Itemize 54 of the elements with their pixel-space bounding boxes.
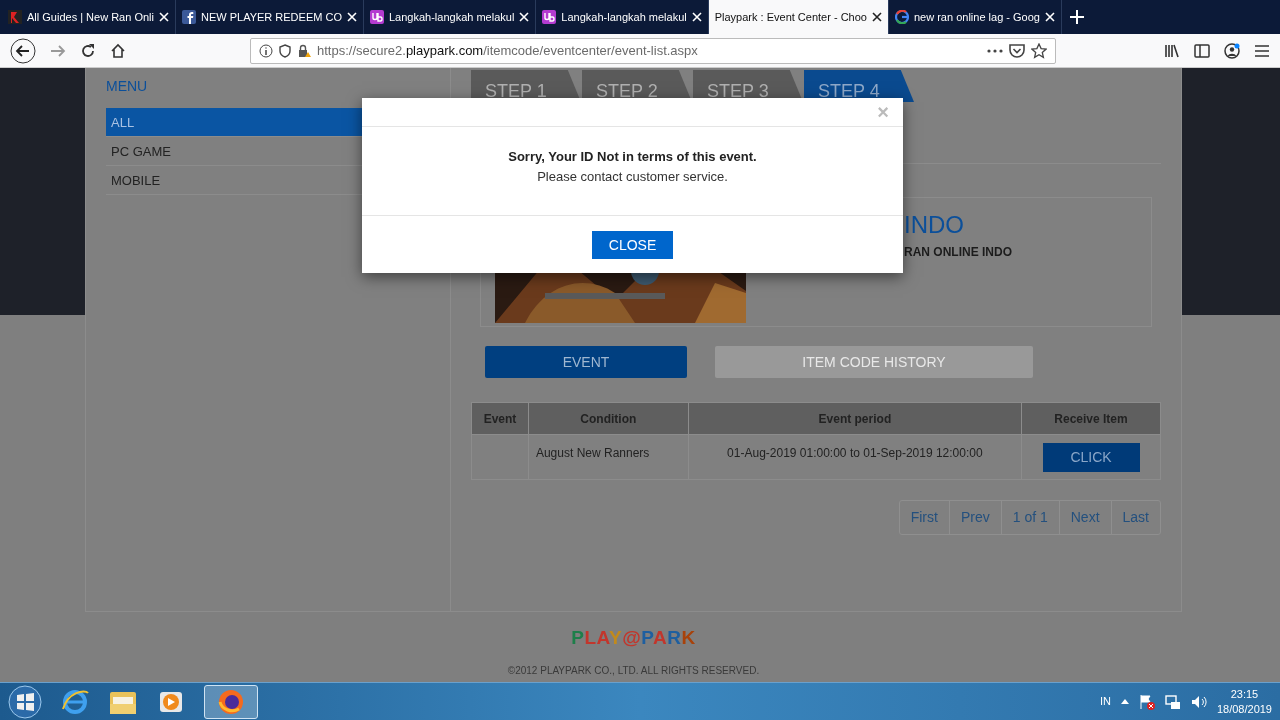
page-icon xyxy=(369,10,384,24)
copyright-text: ©2012 PLAYPARK CO., LTD. ALL RIGHTS RESERVED. xyxy=(507,663,760,678)
table-cell: August New Ranners xyxy=(535,446,650,460)
column-header: Receive Item xyxy=(1021,402,1161,435)
url-text: https://secure2.playpark.com/itemcode/eventcenter/event-list.aspx xyxy=(317,41,698,60)
star-icon[interactable] xyxy=(1031,42,1047,59)
tab-title: Langkah-langkah melakul xyxy=(561,9,687,25)
tab-title: new ran online lag - Goog xyxy=(913,9,1040,25)
shield-icon xyxy=(279,43,291,58)
click-button[interactable]: CLICK xyxy=(1042,443,1140,472)
browser-tab[interactable]: Playpark : Event Center - Choo xyxy=(708,0,889,34)
start-icon[interactable] xyxy=(8,684,42,719)
sidebar-icon[interactable] xyxy=(1194,42,1210,59)
tab-title: All Guides | New Ran Onli xyxy=(27,9,154,25)
address-bar[interactable]: https://secure2.playpark.com/itemcode/eventcenter/event-list.aspx xyxy=(250,37,1056,64)
column-header: Condition xyxy=(528,402,689,435)
lock-icon xyxy=(297,43,311,58)
info-icon xyxy=(259,43,273,58)
event-subtitle: RAN ONLINE INDO xyxy=(904,244,1012,261)
flag-icon[interactable] xyxy=(1138,693,1155,710)
reload-icon[interactable] xyxy=(80,42,96,59)
game-icon xyxy=(8,10,22,24)
dialog-message: Sorry, Your ID Not in terms of this event. xyxy=(508,148,757,166)
account-icon[interactable] xyxy=(1224,42,1240,59)
table-cell: 01-Aug-2019 01:00:00 to 01-Sep-2019 12:00:00 xyxy=(727,446,983,460)
home-icon[interactable] xyxy=(110,42,126,59)
tab[interactable]: EVENT xyxy=(485,346,687,378)
menu-icon[interactable] xyxy=(1254,43,1270,58)
event-title: INDO xyxy=(904,213,965,237)
facebook-icon xyxy=(181,10,196,24)
column-header: Event period xyxy=(688,402,1022,435)
pocket-icon[interactable] xyxy=(1009,43,1025,58)
google-icon xyxy=(894,10,909,24)
library-icon[interactable] xyxy=(1164,42,1180,59)
dialog-detail: Please contact customer service. xyxy=(537,167,728,186)
column-header: Event xyxy=(471,402,529,435)
up-arrow-icon[interactable] xyxy=(1120,699,1129,704)
tab-title: Langkah-langkah melakul xyxy=(388,9,515,25)
more-icon[interactable] xyxy=(987,48,1003,53)
firefox-icon xyxy=(218,688,244,715)
tab-title: NEW PLAYER REDEEM CO xyxy=(200,9,342,25)
page-icon xyxy=(542,10,557,24)
back-icon[interactable] xyxy=(10,37,36,64)
clock[interactable]: 23:15 18/08/2019 xyxy=(1216,686,1272,717)
logo: PLAY@PARK xyxy=(571,626,696,650)
tab-title: Playpark : Event Center - Choo xyxy=(714,9,867,25)
menu-heading: MENU xyxy=(106,77,149,96)
language-indicator[interactable]: IN xyxy=(1099,693,1111,710)
forward-icon[interactable] xyxy=(50,42,66,59)
new-tab-icon[interactable] xyxy=(1069,10,1084,24)
network-icon[interactable] xyxy=(1164,693,1181,710)
close-button[interactable]: CLOSE xyxy=(592,231,673,259)
close-icon[interactable] xyxy=(871,12,882,22)
firefox-button[interactable] xyxy=(204,684,258,719)
